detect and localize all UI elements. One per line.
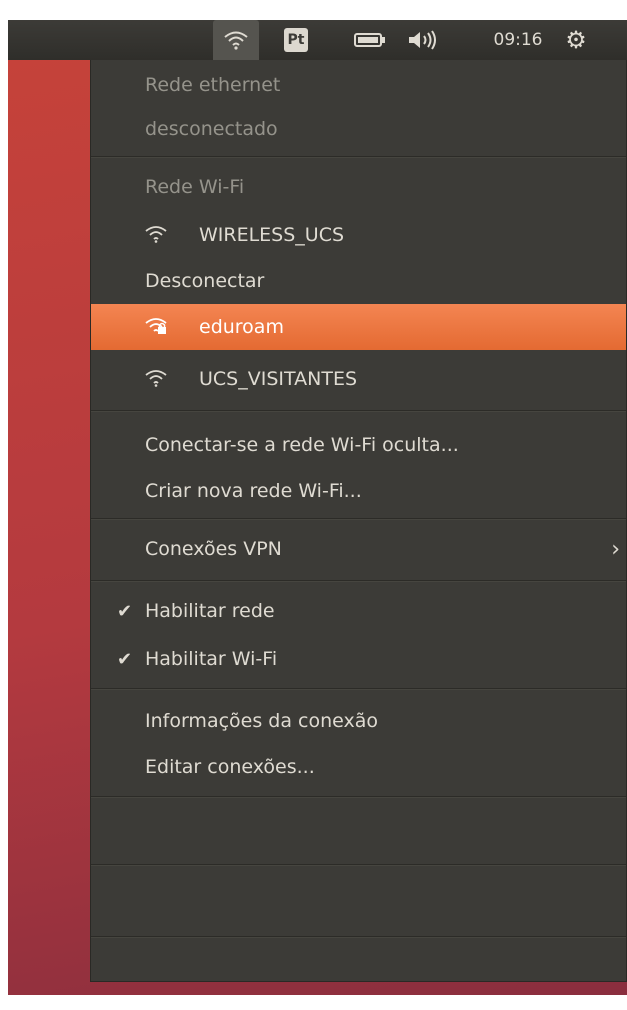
sound-indicator[interactable] — [400, 20, 444, 60]
separator — [91, 156, 626, 158]
wifi-secure-icon — [145, 318, 167, 334]
session-menu[interactable]: ⚙ — [556, 20, 596, 60]
top-panel: Pt 09:16 ⚙ — [8, 20, 627, 60]
disconnect-item[interactable]: Desconectar — [91, 258, 626, 304]
checkmark-icon: ✔ — [117, 648, 133, 670]
separator — [91, 864, 626, 866]
gear-icon: ⚙ — [565, 26, 587, 54]
clock[interactable]: 09:16 — [486, 20, 550, 60]
network-item-eduroam[interactable]: eduroam — [91, 304, 626, 350]
separator — [91, 796, 626, 798]
ethernet-status: desconectado — [145, 118, 278, 140]
create-network-item[interactable]: Criar nova rede Wi-Fi... — [91, 468, 626, 514]
wifi-signal-icon — [145, 370, 167, 387]
separator — [91, 410, 626, 412]
chevron-right-icon: › — [611, 536, 620, 562]
battery-icon — [354, 33, 385, 47]
wifi-header: Rede Wi-Fi — [145, 176, 245, 198]
network-item-wireless-ucs[interactable]: WIRELESS_UCS — [91, 212, 626, 258]
battery-indicator[interactable] — [348, 20, 392, 60]
enable-wifi-item[interactable]: ✔ Habilitar Wi-Fi — [91, 636, 626, 682]
separator — [91, 580, 626, 582]
checkmark-icon: ✔ — [117, 600, 133, 622]
wifi-icon — [224, 31, 248, 50]
network-indicator[interactable] — [213, 20, 259, 60]
connection-info-item[interactable]: Informações da conexão — [91, 698, 626, 744]
network-item-ucs-visitantes[interactable]: UCS_VISITANTES — [91, 356, 626, 402]
vpn-connections-item[interactable]: Conexões VPN › — [91, 526, 626, 572]
edit-connections-item[interactable]: Editar conexões... — [91, 744, 626, 790]
keyboard-layout-indicator[interactable]: Pt — [284, 28, 308, 52]
separator — [91, 936, 626, 938]
separator — [91, 518, 626, 520]
separator — [91, 688, 626, 690]
wifi-signal-icon — [145, 226, 167, 243]
volume-icon — [409, 30, 436, 50]
network-menu: Rede ethernet desconectado Rede Wi-Fi WI… — [90, 60, 627, 982]
connect-hidden-network-item[interactable]: Conectar-se a rede Wi-Fi oculta... — [91, 422, 626, 468]
ethernet-header: Rede ethernet — [145, 74, 281, 96]
enable-network-item[interactable]: ✔ Habilitar rede — [91, 588, 626, 634]
